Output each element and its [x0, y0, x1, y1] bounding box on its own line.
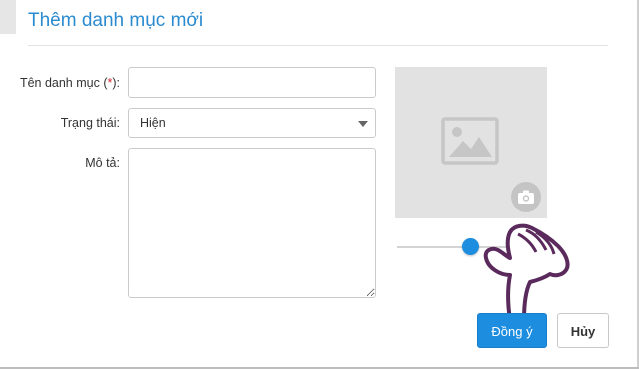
description-textarea[interactable]: [128, 148, 376, 298]
image-placeholder-icon: [441, 117, 499, 165]
zoom-slider-thumb[interactable]: [462, 238, 479, 255]
ok-button[interactable]: Đồng ý: [477, 313, 547, 348]
category-name-label-text: Tên danh mục (: [19, 76, 108, 90]
dialog-left-edge: [0, 0, 16, 34]
status-label: Trạng thái:: [60, 116, 120, 130]
description-label: Mô tả:: [85, 156, 120, 170]
camera-button[interactable]: [511, 182, 541, 212]
title-divider: [28, 45, 608, 46]
status-selected-value: Hiện: [140, 116, 166, 130]
category-name-input[interactable]: [128, 67, 376, 98]
camera-icon: [518, 190, 534, 204]
category-name-label: Tên danh mục (*):: [0, 76, 120, 90]
cancel-button[interactable]: Hủy: [557, 313, 609, 348]
image-upload-area[interactable]: [395, 67, 547, 218]
dialog-title: Thêm danh mục mới: [28, 10, 204, 31]
status-select[interactable]: Hiện: [128, 108, 376, 138]
category-name-label-end: ):: [112, 76, 120, 90]
caret-down-icon: [358, 121, 368, 127]
